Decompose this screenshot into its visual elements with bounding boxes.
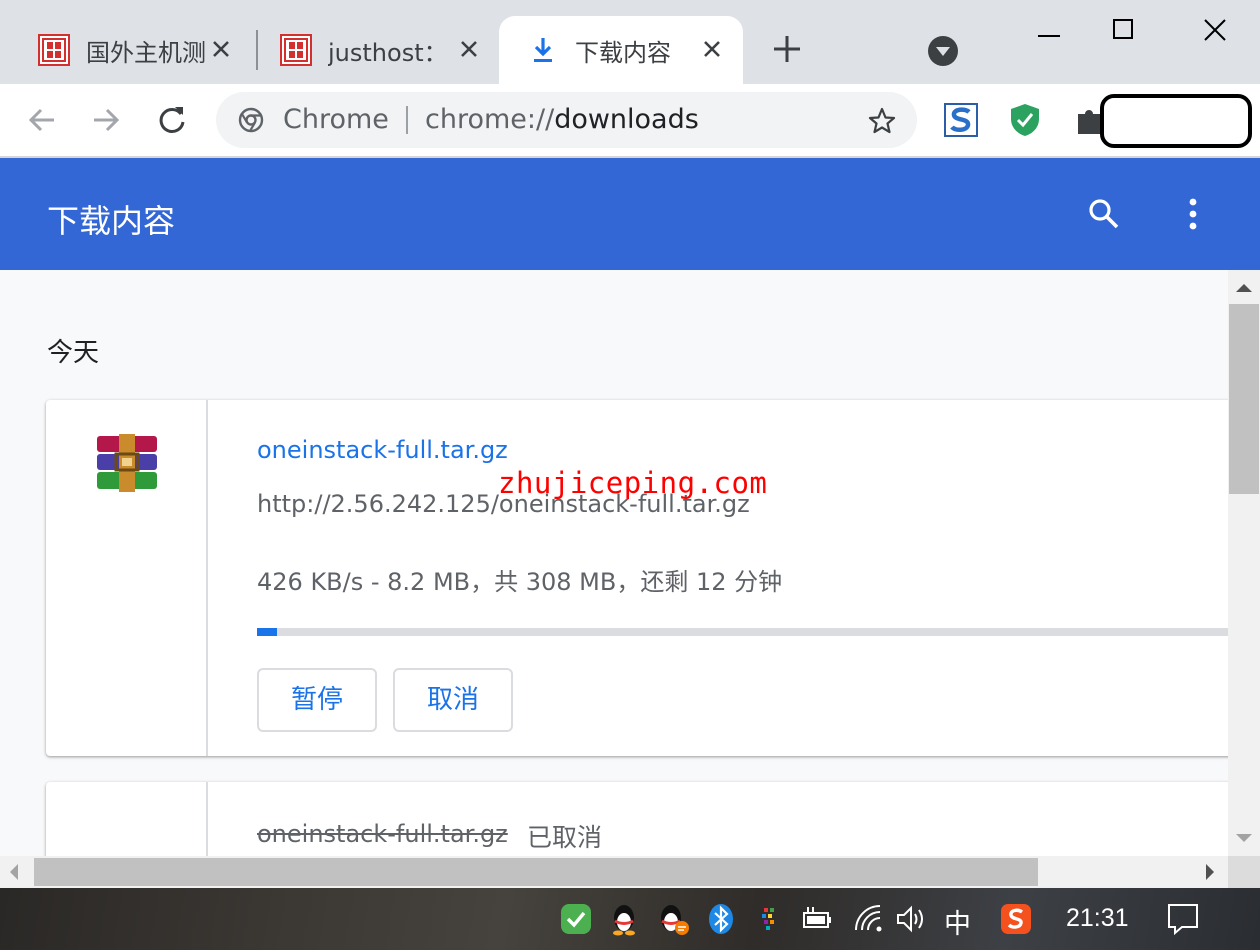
s-extension-icon[interactable] xyxy=(943,102,979,138)
tab-justhost[interactable]: justhost： xyxy=(242,16,500,84)
download-progress-bar xyxy=(257,628,1228,636)
tab-title: 国外主机测 xyxy=(86,38,206,67)
qq-message-icon[interactable] xyxy=(656,902,690,936)
horizontal-scrollbar[interactable] xyxy=(0,856,1228,888)
download-icon xyxy=(534,38,552,62)
system-clock[interactable]: 21:31 xyxy=(1066,904,1129,933)
tab-downloads[interactable]: 下载内容 xyxy=(499,16,743,84)
omnibox-url-host: downloads xyxy=(554,104,699,135)
site-favicon-icon xyxy=(280,34,312,66)
chrome-logo-icon xyxy=(238,107,264,133)
redacted-profile-area[interactable] xyxy=(1100,94,1252,148)
new-tab-plus-icon[interactable] xyxy=(770,32,804,66)
download-progress-fill xyxy=(257,628,277,636)
cancelled-status-badge: 已取消 xyxy=(527,823,603,852)
tab-search-icon[interactable] xyxy=(928,36,958,66)
shield-check-icon[interactable] xyxy=(1007,102,1043,138)
omnibox-divider xyxy=(406,106,408,134)
close-icon[interactable] xyxy=(456,36,482,62)
maximize-icon[interactable] xyxy=(1098,8,1148,52)
download-card: oneinstack-full.tar.gz http://2.56.242.1… xyxy=(46,400,1228,756)
tab-title: justhost： xyxy=(328,38,448,67)
download-card-cancelled: oneinstack-full.tar.gz 已取消 xyxy=(46,782,1228,856)
bluetooth-icon[interactable] xyxy=(704,902,738,936)
scroll-right-arrow-icon[interactable] xyxy=(1206,864,1214,880)
back-arrow-icon[interactable] xyxy=(24,102,60,138)
address-bar[interactable]: Chrome chrome://downloads xyxy=(216,92,917,148)
tab-zhujiceping[interactable]: 国外主机测 xyxy=(0,16,252,84)
download-status-text: 426 KB/s - 8.2 MB，共 308 MB，还剩 12 分钟 xyxy=(257,568,783,596)
vertical-scrollbar[interactable] xyxy=(1228,270,1260,856)
wifi-icon[interactable] xyxy=(852,902,886,936)
omnibox-url-prefix: chrome:// xyxy=(425,104,555,135)
file-icon-column xyxy=(46,782,208,856)
pause-button[interactable]: 暂停 xyxy=(257,668,377,732)
omnibox-scheme-label: Chrome xyxy=(283,104,389,135)
horizontal-scroll-thumb[interactable] xyxy=(34,858,1038,886)
cancel-button[interactable]: 取消 xyxy=(393,668,513,732)
browser-toolbar: Chrome chrome://downloads xyxy=(0,84,1260,157)
close-icon[interactable] xyxy=(1190,8,1240,52)
site-watermark: zhujiceping.com xyxy=(498,466,768,500)
downloads-list: 今天 oneinstack-full.tar.gz http://2.56.24… xyxy=(0,270,1228,856)
input-method-indicator[interactable]: 中 xyxy=(944,902,971,941)
scrollbar-corner xyxy=(1228,856,1260,888)
scroll-left-arrow-icon[interactable] xyxy=(10,864,18,880)
date-section-heading: 今天 xyxy=(47,338,100,368)
volume-icon[interactable] xyxy=(894,902,928,936)
reload-icon[interactable] xyxy=(154,102,190,138)
winrar-archive-icon xyxy=(97,434,157,492)
battery-charging-icon[interactable] xyxy=(800,902,834,936)
windows-taskbar: 中 21:31 xyxy=(0,888,1260,950)
minimize-icon[interactable] xyxy=(1024,8,1074,52)
file-icon-column xyxy=(46,400,208,756)
tab-title: 下载内容 xyxy=(575,38,671,67)
scroll-up-arrow-icon[interactable] xyxy=(1236,284,1252,292)
file-name-link[interactable]: oneinstack-full.tar.gz xyxy=(257,436,508,464)
bookmark-star-icon[interactable] xyxy=(867,106,897,136)
forward-arrow-icon[interactable] xyxy=(88,102,124,138)
more-vert-icon[interactable] xyxy=(1176,196,1210,232)
security-check-icon[interactable] xyxy=(559,902,593,936)
page-title: 下载内容 xyxy=(47,202,176,240)
search-icon[interactable] xyxy=(1086,196,1122,232)
color-grid-app-icon[interactable] xyxy=(752,902,786,936)
close-icon[interactable] xyxy=(699,36,725,62)
downloads-header: 下载内容 xyxy=(0,158,1260,270)
cancelled-file-name: oneinstack-full.tar.gz xyxy=(257,820,508,848)
close-icon[interactable] xyxy=(208,36,234,62)
tab-strip: 国外主机测 justhost： 下载内容 xyxy=(0,0,1260,84)
scroll-down-arrow-icon[interactable] xyxy=(1236,834,1252,842)
qq-penguin-icon[interactable] xyxy=(607,902,641,936)
omnibox-url: chrome://downloads xyxy=(425,104,699,135)
vertical-scroll-thumb[interactable] xyxy=(1229,304,1259,494)
sogou-input-icon[interactable] xyxy=(999,902,1033,936)
site-favicon-icon xyxy=(38,34,70,66)
notification-center-icon[interactable] xyxy=(1166,902,1200,936)
